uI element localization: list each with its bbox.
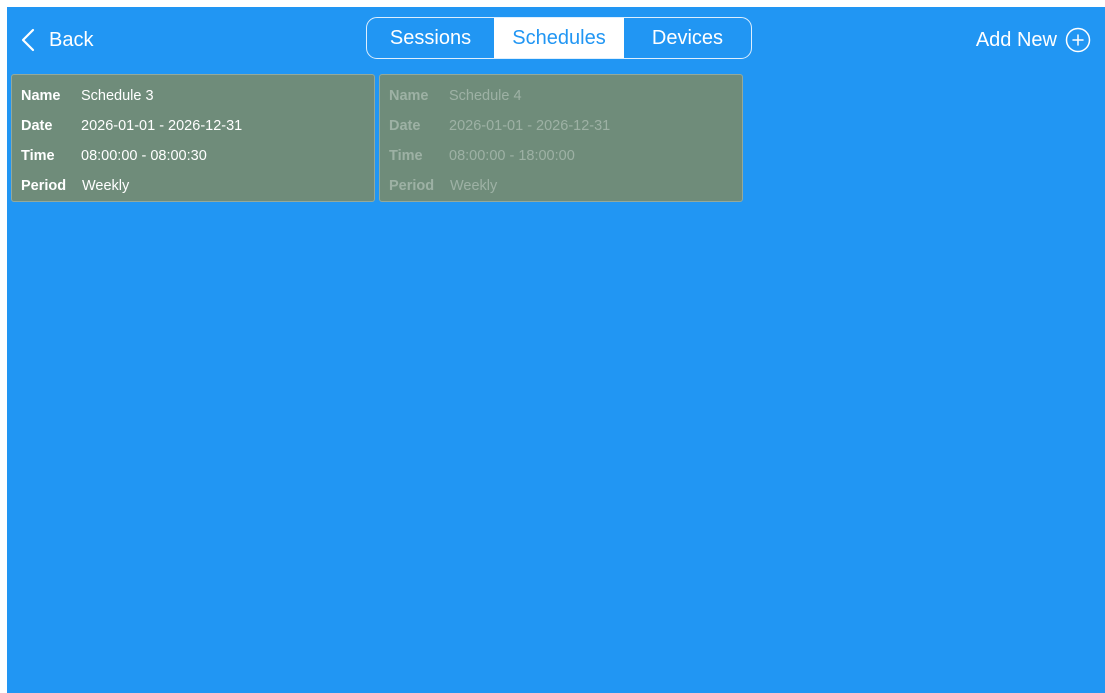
segmented-tabs: Sessions Schedules Devices: [366, 17, 752, 59]
time-value: 08:00:00 - 18:00:00: [449, 148, 575, 164]
plus-circle-icon: [1065, 27, 1091, 53]
add-new-label: Add New: [975, 28, 1057, 51]
date-row: Date 2026-01-01 - 2026-12-31: [389, 116, 610, 136]
period-value: Weekly: [450, 178, 498, 194]
top-bar: Back Sessions Schedules Devices Add New: [7, 7, 1105, 73]
date-value: 2026-01-01 - 2026-12-31: [81, 118, 243, 134]
name-value: Schedule 3: [81, 88, 154, 104]
date-row: Date 2026-01-01 - 2026-12-31: [21, 116, 242, 136]
date-label: Date: [389, 118, 421, 134]
date-value: 2026-01-01 - 2026-12-31: [449, 118, 611, 134]
name-row: Name Schedule 3: [21, 86, 154, 106]
time-value: 08:00:00 - 08:00:30: [81, 148, 207, 164]
period-label: Period: [389, 178, 435, 194]
date-label: Date: [21, 118, 53, 134]
back-button[interactable]: Back: [21, 25, 93, 55]
time-label: Time: [389, 148, 423, 164]
tab-sessions[interactable]: Sessions: [367, 18, 494, 58]
chevron-left-icon: [21, 28, 35, 52]
name-label: Name: [389, 88, 429, 104]
period-label: Period: [21, 178, 67, 194]
name-row: Name Schedule 4: [389, 86, 522, 106]
time-label: Time: [21, 148, 55, 164]
app-screen: Back Sessions Schedules Devices Add New …: [7, 7, 1105, 693]
tab-devices[interactable]: Devices: [624, 18, 751, 58]
period-row: Period Weekly: [21, 176, 129, 196]
schedule-card[interactable]: Name Schedule 3 Date 2026-01-01 - 2026-1…: [11, 74, 375, 202]
time-row: Time 08:00:00 - 18:00:00: [389, 146, 575, 166]
name-label: Name: [21, 88, 61, 104]
name-value: Schedule 4: [449, 88, 522, 104]
tab-schedules[interactable]: Schedules: [494, 18, 624, 58]
period-row: Period Weekly: [389, 176, 497, 196]
period-value: Weekly: [82, 178, 130, 194]
time-row: Time 08:00:00 - 08:00:30: [21, 146, 207, 166]
schedule-card-disabled[interactable]: Name Schedule 4 Date 2026-01-01 - 2026-1…: [379, 74, 743, 202]
back-label: Back: [49, 28, 94, 51]
add-new-button[interactable]: Add New: [976, 27, 1091, 53]
